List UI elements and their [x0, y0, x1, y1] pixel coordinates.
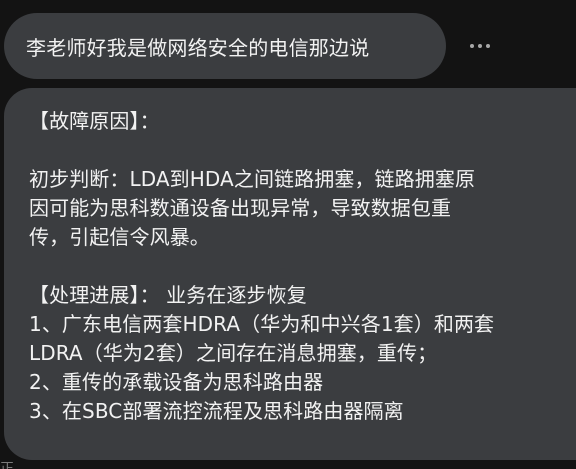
message-line-10: 2、重传的承载设备为思科路由器 — [29, 370, 324, 394]
cropped-text-fragment: 正 — [0, 461, 14, 469]
message-line-2 — [29, 136, 568, 165]
message-line-4: 因可能为思科数通设备出现异常，导致数据包重 — [29, 196, 452, 220]
more-horizontal-icon-dot-3 — [486, 44, 490, 48]
message-line-3: 初步判断：LDA到HDA之间链路拥塞，链路拥塞原 — [29, 167, 476, 191]
message-line-8: 1、广东电信两套HDRA（华为和中兴各1套）和两套 — [29, 312, 495, 336]
user-message-text: 李老师好我是做网络安全的电信那边说 — [26, 35, 370, 60]
chat-view: 李老师好我是做网络安全的电信那边说 【故障原因】： 初步判断：LDA到HDA之间… — [0, 0, 576, 469]
more-options-button[interactable] — [460, 34, 500, 58]
message-line-7: 【处理进展】： 业务在逐步恢复 — [29, 283, 307, 307]
more-horizontal-icon-dot-1 — [470, 44, 474, 48]
more-horizontal-icon-dot-2 — [478, 44, 482, 48]
user-message-bubble: 李老师好我是做网络安全的电信那边说 — [4, 13, 446, 79]
message-line-9: LDRA（华为2套）之间存在消息拥塞，重传； — [29, 341, 438, 365]
message-line-6 — [29, 252, 568, 281]
message-line-11: 3、在SBC部署流控流程及思科路由器隔离 — [29, 399, 404, 423]
assistant-message-bubble: 【故障原因】： 初步判断：LDA到HDA之间链路拥塞，链路拥塞原 因可能为思科数… — [4, 88, 576, 460]
message-line-5: 传，引起信令风暴。 — [29, 225, 210, 249]
message-line-1: 【故障原因】： — [29, 109, 160, 133]
